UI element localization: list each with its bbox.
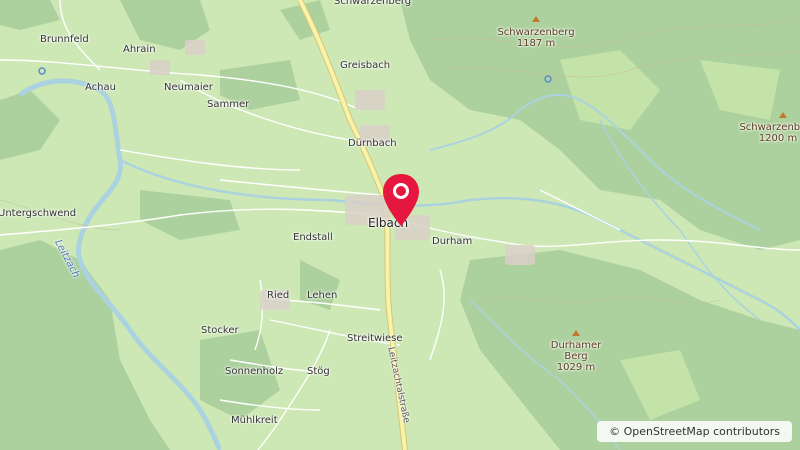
- place-label: Stocker: [201, 325, 239, 336]
- place-label: Neumaier: [164, 82, 213, 93]
- place-label: Dürnbach: [348, 138, 397, 149]
- map-pin-icon: [383, 174, 419, 226]
- peak-name: Durhamer: [550, 340, 602, 351]
- peak-label: Schwarzenberg 1187 m: [494, 27, 578, 49]
- place-label: Untergschwend: [0, 208, 77, 219]
- peak-elevation: 1187 m: [516, 38, 556, 49]
- peak-name: Berg: [564, 351, 588, 362]
- attribution-link[interactable]: OpenStreetMap contributors: [624, 425, 780, 438]
- place-label: Ahrain: [123, 44, 156, 55]
- peak-label: Durhamer Berg 1029 m: [540, 340, 612, 373]
- place-label: Achau: [85, 82, 116, 93]
- place-label: Lehen: [307, 290, 338, 301]
- map-viewport[interactable]: Schwarzenberg Brunnfeld Ahrain Achau Neu…: [0, 0, 800, 450]
- place-label: Sammer: [207, 99, 250, 110]
- place-label: Streitwiese: [347, 333, 403, 344]
- place-label: Ried: [267, 290, 290, 301]
- place-label: Brunnfeld: [40, 34, 89, 45]
- place-label: Durham: [432, 236, 473, 247]
- location-marker[interactable]: [380, 172, 422, 228]
- peak-name: Schwarzenberg: [497, 27, 575, 38]
- place-label: Greisbach: [340, 60, 391, 71]
- peak-label: Schwarzenberg 1200 m: [736, 122, 800, 144]
- place-label: Endstall: [293, 232, 333, 243]
- place-label: Schwarzenberg: [334, 0, 412, 7]
- place-label: Stög: [307, 366, 330, 377]
- place-label: Sonnenholz: [225, 366, 284, 377]
- copyright-symbol: ©: [609, 425, 621, 438]
- place-label: Mühlkreit: [231, 415, 278, 426]
- peak-elevation: 1200 m: [758, 133, 798, 144]
- map-attribution[interactable]: © OpenStreetMap contributors: [597, 421, 792, 442]
- peak-name: Schwarzenberg: [739, 122, 800, 133]
- peak-elevation: 1029 m: [556, 362, 596, 373]
